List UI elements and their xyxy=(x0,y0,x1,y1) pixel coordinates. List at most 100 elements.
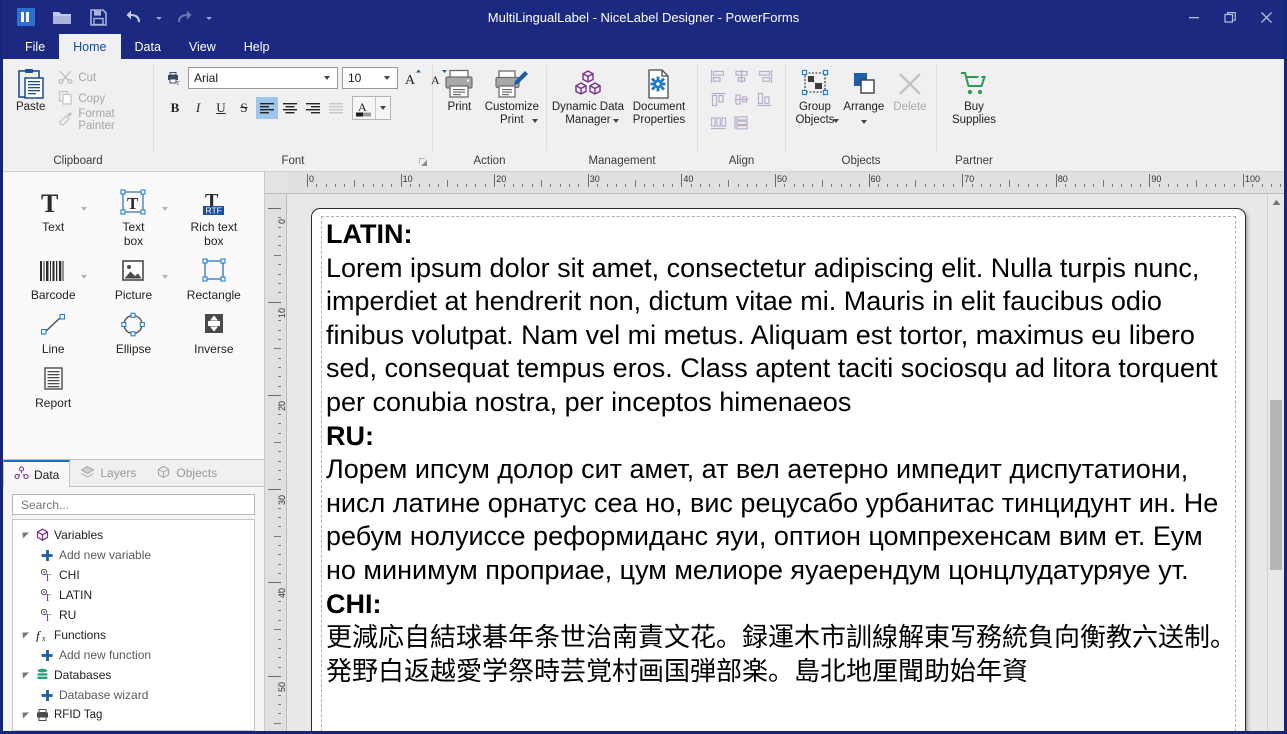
toolbox-item-barcode[interactable]: Barcode xyxy=(13,254,93,302)
copy-button[interactable]: Copy xyxy=(54,88,149,109)
redo-dropdown-icon[interactable] xyxy=(203,2,215,32)
minimize-button[interactable] xyxy=(1176,0,1212,34)
horizontal-ruler-track[interactable]: 0102030405060708090100 xyxy=(287,172,1284,193)
align-objects-middle-button[interactable] xyxy=(730,88,753,111)
document-properties-button[interactable]: Document Properties xyxy=(625,65,693,127)
expander-icon[interactable] xyxy=(19,531,32,539)
chevron-down-icon[interactable] xyxy=(379,76,395,80)
expander-icon[interactable] xyxy=(19,671,32,679)
tab-help[interactable]: Help xyxy=(230,34,284,59)
redo-icon[interactable] xyxy=(167,2,201,32)
ruler-corner xyxy=(265,172,287,193)
label-document[interactable]: LATIN: Lorem ipsum dolor sit amet, conse… xyxy=(311,208,1246,731)
scroll-up-button[interactable] xyxy=(1268,194,1284,211)
strikethrough-button[interactable]: S xyxy=(233,97,255,119)
tree-node-database-wizard[interactable]: Database wizard xyxy=(13,685,254,705)
ruler-minor-tick xyxy=(747,184,748,187)
toolbox-item-text-box[interactable]: T Text box xyxy=(93,186,173,248)
undo-icon[interactable] xyxy=(117,2,151,32)
chevron-down-icon[interactable] xyxy=(532,114,538,127)
align-objects-left-button[interactable] xyxy=(707,65,730,88)
toolbox-item-rich-text-box[interactable]: TRTF Rich text box xyxy=(174,186,254,248)
italic-button[interactable]: I xyxy=(187,97,209,119)
open-folder-icon[interactable] xyxy=(45,2,79,32)
font-dialog-launcher-icon[interactable] xyxy=(419,158,428,169)
tree-node-databases[interactable]: Databases xyxy=(13,665,254,685)
toolbox-item-ellipse[interactable]: Ellipse xyxy=(93,308,173,356)
font-color-dropdown-icon[interactable] xyxy=(375,97,390,119)
vertical-scrollbar[interactable] xyxy=(1267,194,1284,731)
font-color-button[interactable]: A xyxy=(352,96,391,120)
align-justify-button[interactable] xyxy=(325,97,347,119)
distribute-vertically-button[interactable] xyxy=(730,111,753,134)
tree-node-add-new-variable[interactable]: Add new variable xyxy=(13,545,254,565)
expander-icon[interactable] xyxy=(19,631,32,639)
app-logo-icon[interactable] xyxy=(9,2,43,32)
chevron-down-icon[interactable] xyxy=(162,268,168,282)
chevron-down-icon[interactable] xyxy=(81,268,87,282)
dynamic-data-manager-button[interactable]: Dynamic Data Manager xyxy=(551,65,625,127)
tree-node-functions[interactable]: fx Functions xyxy=(13,625,254,645)
font-size-combo[interactable]: 10 xyxy=(342,67,398,89)
bold-button[interactable]: B xyxy=(164,97,186,119)
tab-data-panel-data[interactable]: Data xyxy=(3,460,70,487)
chevron-down-icon[interactable] xyxy=(319,76,335,80)
chevron-down-icon[interactable] xyxy=(81,200,87,214)
scrollbar-thumb[interactable] xyxy=(1270,400,1282,570)
ribbon-group-objects: Group Objects Arrange Delete O xyxy=(786,59,936,171)
undo-dropdown-icon[interactable] xyxy=(153,2,165,32)
toolbox-item-picture[interactable]: Picture xyxy=(93,254,173,302)
grow-font-button[interactable]: A xyxy=(402,67,424,89)
tab-view[interactable]: View xyxy=(175,34,230,59)
cut-button[interactable]: Cut xyxy=(54,67,149,88)
tab-data-panel-objects[interactable]: Objects xyxy=(146,460,227,486)
toolbox-item-report[interactable]: Report xyxy=(13,362,93,410)
label-text-content[interactable]: LATIN: Lorem ipsum dolor sit amet, conse… xyxy=(326,218,1239,689)
design-canvas[interactable]: LATIN: Lorem ipsum dolor sit amet, conse… xyxy=(287,194,1267,731)
toolbox-item-rectangle[interactable]: Rectangle xyxy=(174,254,254,302)
tab-data[interactable]: Data xyxy=(121,34,175,59)
font-family-combo[interactable]: Arial xyxy=(188,67,338,89)
print-button[interactable]: Print xyxy=(437,65,482,114)
toolbox-item-text[interactable]: T Text xyxy=(13,186,93,248)
align-objects-bottom-button[interactable] xyxy=(753,88,776,111)
vertical-ruler[interactable]: 0102030405060 xyxy=(265,194,287,731)
align-right-button[interactable] xyxy=(302,97,324,119)
align-objects-top-button[interactable] xyxy=(707,88,730,111)
search-input-wrapper[interactable] xyxy=(12,494,255,515)
align-objects-right-button[interactable] xyxy=(753,65,776,88)
distribute-horizontally-button[interactable] xyxy=(707,111,730,134)
tree-node-variable-ru[interactable]: T RU xyxy=(13,605,254,625)
chevron-down-icon[interactable] xyxy=(861,115,867,128)
align-center-button[interactable] xyxy=(279,97,301,119)
align-left-button[interactable] xyxy=(256,97,278,119)
align-objects-center-button[interactable] xyxy=(730,65,753,88)
buy-supplies-button[interactable]: Buy Supplies xyxy=(943,65,1005,127)
tree-node-add-new-function[interactable]: Add new function xyxy=(13,645,254,665)
search-input[interactable] xyxy=(19,497,248,513)
tree-node-rfid-tag[interactable]: RFID Tag xyxy=(13,705,254,725)
paste-button[interactable]: Paste xyxy=(7,65,54,114)
delete-button[interactable]: Delete xyxy=(888,65,932,114)
toolbox-item-inverse[interactable]: Inverse xyxy=(174,308,254,356)
tab-data-panel-layers[interactable]: Layers xyxy=(70,460,146,486)
tree-node-variable-latin[interactable]: T LATIN xyxy=(13,585,254,605)
tree-node-variables[interactable]: Variables xyxy=(13,525,254,545)
format-painter-button[interactable]: Format Painter xyxy=(54,109,149,130)
expander-icon[interactable] xyxy=(19,711,32,719)
tab-file[interactable]: File xyxy=(11,34,59,59)
toolbox-item-line[interactable]: Line xyxy=(13,308,93,356)
close-button[interactable] xyxy=(1248,0,1284,34)
arrange-button[interactable]: Arrange xyxy=(840,65,888,128)
tree-node-variable-chi[interactable]: T CHI xyxy=(13,565,254,585)
customize-print-button[interactable]: Customize Print xyxy=(482,65,542,127)
tab-home[interactable]: Home xyxy=(59,34,120,59)
tree-node-epc[interactable]: EPC xyxy=(13,725,254,731)
underline-button[interactable]: U xyxy=(210,97,232,119)
chevron-down-icon[interactable] xyxy=(162,200,168,214)
group-objects-button[interactable]: Group Objects xyxy=(790,65,840,127)
restore-button[interactable] xyxy=(1212,0,1248,34)
chevron-down-icon[interactable] xyxy=(613,114,619,127)
chevron-down-icon[interactable] xyxy=(833,114,839,127)
save-disk-icon[interactable] xyxy=(81,2,115,32)
